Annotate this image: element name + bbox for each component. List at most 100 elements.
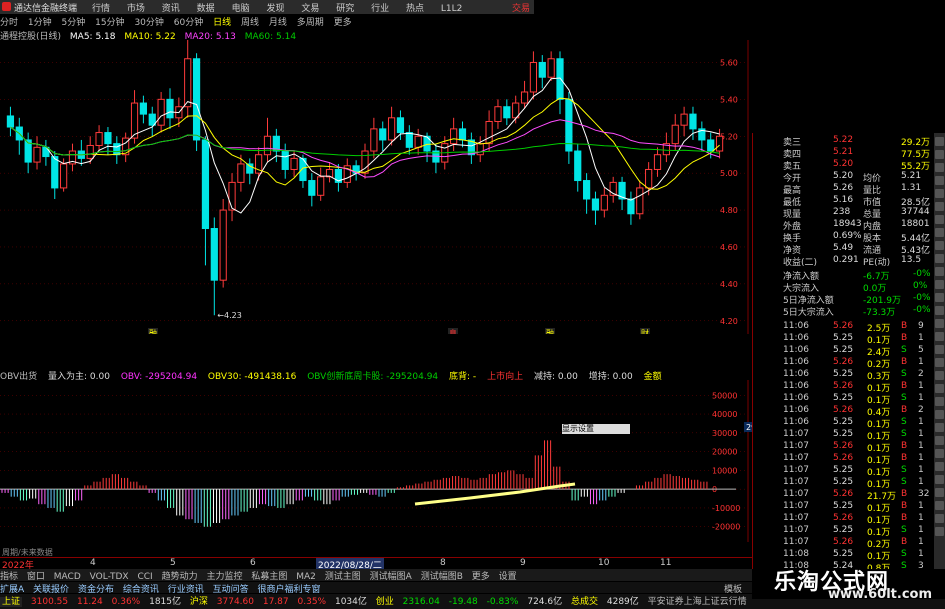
indicator-tab[interactable]: MACD <box>54 572 81 582</box>
menu-item[interactable]: 行情 <box>92 4 110 14</box>
tool-icon[interactable] <box>935 514 944 523</box>
quote-label: 收益(二) <box>783 258 818 268</box>
period-tab-selected[interactable]: 日线 <box>213 18 231 28</box>
indicator-tab[interactable]: 窗口 <box>27 572 45 582</box>
sh-index-label[interactable]: 上证 <box>0 597 23 607</box>
price-tick-label: 4.20 <box>720 317 738 326</box>
tool-icon[interactable] <box>935 267 944 276</box>
tool-icon[interactable] <box>935 358 944 367</box>
period-tab[interactable]: 分时 <box>0 18 18 28</box>
tool-icon[interactable] <box>935 332 944 341</box>
tool-icon[interactable] <box>935 176 944 185</box>
indicator-tab[interactable]: MA2 <box>296 572 316 582</box>
tool-icon[interactable] <box>935 215 944 224</box>
title-bar: 通达信金融终端 行情 市场 资讯 数据 电脑 发现 文易 研究 行业 热点 L1… <box>0 0 534 14</box>
tool-icon[interactable] <box>935 527 944 536</box>
tool-icon[interactable] <box>935 319 944 328</box>
period-tab[interactable]: 60分钟 <box>174 18 203 28</box>
candle <box>166 98 174 119</box>
tool-icon[interactable] <box>935 137 944 146</box>
event-label: 融 <box>546 328 554 334</box>
candle <box>423 135 431 152</box>
menu-item[interactable]: 资讯 <box>162 4 180 14</box>
tool-icon[interactable] <box>935 202 944 211</box>
tick-price: 5.25 <box>833 549 854 559</box>
indicator-tab[interactable]: 私募主图 <box>251 572 287 582</box>
indicator-tab[interactable]: 趋势动力 <box>162 572 198 582</box>
period-tab[interactable]: 月线 <box>269 18 287 28</box>
indicator-tab[interactable]: 测试幅图B <box>421 572 463 582</box>
tool-icon[interactable] <box>935 410 944 419</box>
indicator-tab[interactable]: 测试主图 <box>325 572 361 582</box>
price-tick-label: 4.40 <box>720 280 738 289</box>
tick-price: 5.26 <box>833 453 854 463</box>
tick-time: 11:06 <box>783 417 809 427</box>
tool-icon[interactable] <box>935 293 944 302</box>
tool-icon[interactable] <box>935 150 944 159</box>
display-settings-button[interactable]: 显示设置 <box>562 424 630 434</box>
broker-name[interactable]: 平安证券上海上证云行情 <box>648 597 747 607</box>
indicator-tab[interactable]: 指标 <box>0 572 18 582</box>
tick-side: B <box>901 501 908 511</box>
price-tick-label: 5.60 <box>720 58 738 67</box>
candle <box>450 128 458 145</box>
tool-icon[interactable] <box>935 306 944 315</box>
tool-icon[interactable] <box>935 449 944 458</box>
period-tab[interactable]: 1分钟 <box>28 18 52 28</box>
candle <box>538 61 546 78</box>
tool-icon[interactable] <box>935 345 944 354</box>
tool-icon[interactable] <box>935 163 944 172</box>
menu-item[interactable]: 热点 <box>406 4 424 14</box>
candle <box>157 98 165 126</box>
indicator-tab[interactable]: CCI <box>137 572 152 582</box>
tool-icon[interactable] <box>935 488 944 497</box>
menu-item[interactable]: 数据 <box>197 4 215 14</box>
tool-icon[interactable] <box>935 384 944 393</box>
tool-icon[interactable] <box>935 254 944 263</box>
menu-item[interactable]: 行业 <box>371 4 389 14</box>
quote-value: 238 <box>833 207 851 217</box>
tool-icon[interactable] <box>935 462 944 471</box>
indicator-tab[interactable]: 主力监控 <box>206 572 242 582</box>
period-tab[interactable]: 15分钟 <box>95 18 124 28</box>
quote-value: 5.20 <box>833 159 854 169</box>
period-tab[interactable]: 更多 <box>334 18 352 28</box>
period-tab[interactable]: 周线 <box>241 18 259 28</box>
menu-item[interactable]: 发现 <box>266 4 284 14</box>
indicator-tab[interactable]: 更多 <box>472 572 490 582</box>
tool-icon[interactable] <box>935 436 944 445</box>
period-tab[interactable]: 多周期 <box>297 18 324 28</box>
tool-icon[interactable] <box>935 228 944 237</box>
tick-time: 11:07 <box>783 513 809 523</box>
period-tab[interactable]: 5分钟 <box>62 18 86 28</box>
flow-pct: 0% <box>913 281 928 291</box>
sz-index-value: 3774.60 <box>216 597 254 607</box>
candle <box>317 176 325 196</box>
tool-icon[interactable] <box>935 475 944 484</box>
tool-icon[interactable] <box>935 423 944 432</box>
axis-label: 6 <box>250 558 256 568</box>
tool-icon[interactable] <box>935 371 944 380</box>
menu-item[interactable]: 市场 <box>127 4 145 14</box>
menu-item[interactable]: 研究 <box>336 4 354 14</box>
sz-index-label[interactable]: 沪深 <box>190 597 208 607</box>
tool-icon[interactable] <box>935 501 944 510</box>
indicator-tab[interactable]: 设置 <box>499 572 517 582</box>
tick-time: 11:06 <box>783 357 809 367</box>
tool-icon[interactable] <box>935 397 944 406</box>
tool-icon[interactable] <box>935 280 944 289</box>
indicator-tab[interactable]: 测试幅图A <box>370 572 412 582</box>
indicator-tab[interactable]: VOL-TDX <box>90 572 129 582</box>
menu-item[interactable]: 文易 <box>301 4 319 14</box>
tick-time: 11:08 <box>783 549 809 559</box>
cy-index-label[interactable]: 创业 <box>376 597 394 607</box>
obv-chart[interactable]: 50000400003000020000100000-10000-2000029… <box>0 380 752 542</box>
price-chart[interactable]: 5.605.405.205.004.804.604.404.20←4.23融息融… <box>0 40 752 334</box>
menu-item[interactable]: L1L2 <box>441 4 462 14</box>
trade-button[interactable]: 交易 <box>512 1 530 14</box>
menu-item[interactable]: 电脑 <box>232 4 250 14</box>
total-volume-value: 4289亿 <box>606 597 639 607</box>
tool-icon[interactable] <box>935 241 944 250</box>
tool-icon[interactable] <box>935 189 944 198</box>
period-tab[interactable]: 30分钟 <box>134 18 163 28</box>
